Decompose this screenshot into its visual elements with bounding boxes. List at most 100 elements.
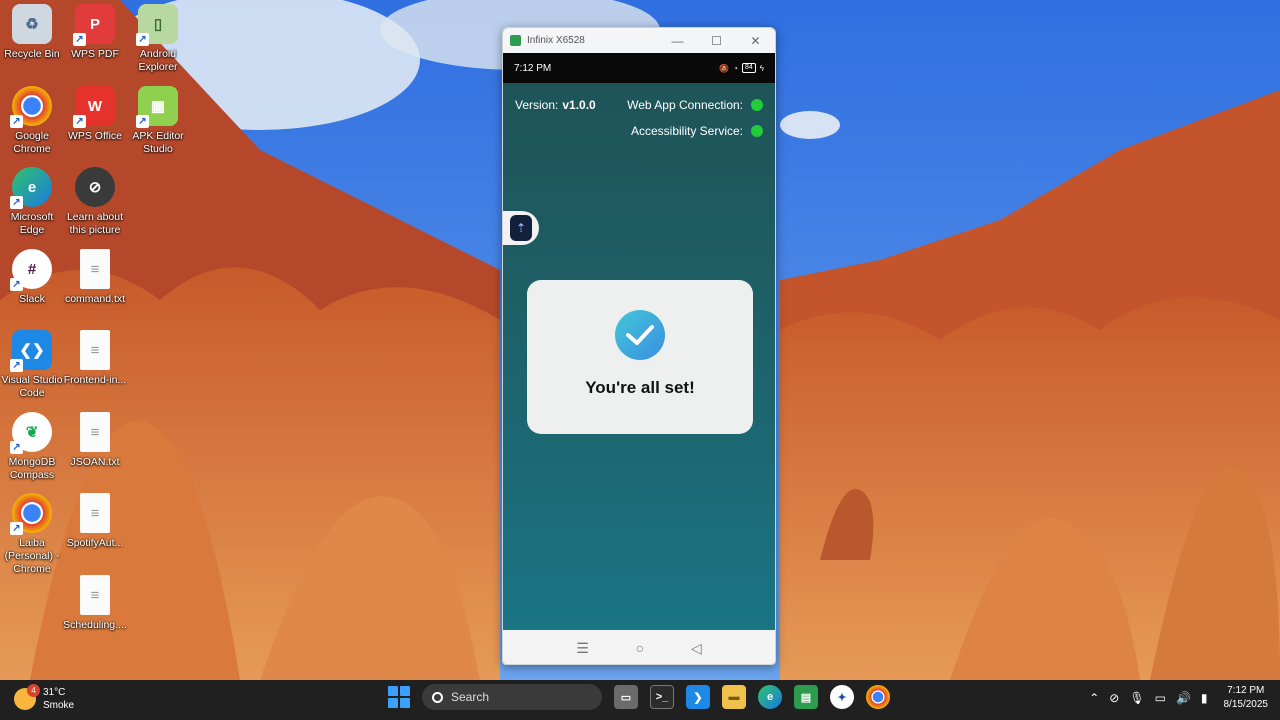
text-file-icon: ≡ [80,249,110,289]
version-value: v1.0.0 [562,98,596,112]
desktop-icon-wps-pdf[interactable]: P ↗ WPS PDF [63,4,127,61]
desktop-icon-area: ♻ Recycle Bin P ↗ WPS PDF ▯ ↗ Android Expl… [0,0,184,680]
desktop-icon-mongodb[interactable]: ❦ ↗ MongoDB Compass [0,412,64,482]
success-card: You're all set! [527,280,753,434]
desktop-icon-learn-picture[interactable]: ⊘ Learn about this picture [63,167,127,237]
close-icon: ✕ [750,33,761,48]
desktop-icon-chrome-profile[interactable]: ↗ Laiba (Personal) - Chrome [0,493,64,576]
window-titlebar[interactable]: Infinix X6528 — ☐ ✕ [503,28,775,53]
edge-icon: e [766,691,774,703]
desktop-icon-label: Slack [19,293,45,305]
folder-icon: ▬ [728,691,740,703]
app-logo-icon: ⇡ [510,215,532,241]
chevron-up-icon[interactable]: ⌃ [1089,691,1099,705]
task-view-icon: ▭ [620,691,632,704]
android-status-bar: 7:12 PM 🔕 ◔ 84 ϟ [503,53,775,83]
web-app-connection-row: Web App Connection: [627,98,763,112]
taskbar-file-explorer[interactable]: ▬ [722,685,746,709]
text-file-icon: ≡ [80,493,110,533]
desktop-icon-android-explorer[interactable]: ▯ ↗ Android Explorer [126,4,190,74]
scrcpy-app-icon [510,35,521,46]
battery-icon[interactable]: ▮ [1201,691,1208,705]
home-button[interactable]: ○ [636,640,644,656]
recents-button[interactable]: ☰ [576,640,589,657]
taskbar-apps: Search ▭ >_ ❯ ▬ e ▤ ✦ [388,684,890,710]
minimize-button[interactable]: — [658,28,697,53]
accessibility-status-dot [751,125,763,137]
taskbar-scrcpy[interactable]: ▤ [794,685,818,709]
desktop-icon-label: Scheduling.... [63,619,127,631]
system-tray: ⌃ ⊘ 🎙 ▭ 🔊 ▮ 7:12 PM 8/15/2025 [1089,684,1268,712]
clock-time: 7:12 PM [1227,685,1265,696]
desktop-icon-scheduling-file[interactable]: ≡ Scheduling.... [63,575,127,632]
task-view-button[interactable]: ▭ [614,685,638,709]
clock-date: 8/15/2025 [1223,699,1269,710]
taskbar-vscode[interactable]: ❯ [686,685,710,709]
desktop-icon-edge[interactable]: e ↗ Microsoft Edge [0,167,64,237]
weather-badge: 4 [27,684,40,697]
weather-icon: 4 [14,684,40,710]
desktop-icon-apk-editor[interactable]: ▦ ↗ APK Editor Studio [126,86,190,156]
battery-icon: 84 [741,63,756,73]
desktop-icon-label: Google Chrome [13,130,51,155]
mute-icon: 🔕 [719,63,730,73]
volume-icon[interactable]: 🔊 [1176,691,1191,705]
desktop-icon-label: Laiba (Personal) - Chrome [4,537,60,575]
desktop-icon-label: APK Editor Studio [132,130,184,155]
desktop-icon-spotify-file[interactable]: ≡ SpotifyAut... [63,493,127,550]
desktop-icon-label: MongoDB Compass [8,456,56,481]
success-message: You're all set! [585,378,695,397]
network-off-icon[interactable]: ⊘ [1109,691,1119,705]
desktop-icon-label: Android Explorer [138,48,178,73]
taskbar-app-store[interactable]: ✦ [830,685,854,709]
apk-editor-icon: ▦ ↗ [136,86,178,128]
version-row: Version: v1.0.0 [515,98,596,112]
connection-status-dot [751,99,763,111]
chrome-profile-icon: ↗ [10,493,52,535]
desktop-icon-wps-office[interactable]: W ↗ WPS Office [63,86,127,143]
weather-temp: 31°C [43,687,66,698]
desktop-icon-frontend-file[interactable]: ≡ Frontend-in... [63,330,127,387]
text-file-icon: ≡ [80,330,110,370]
desktop-icon-label: Visual Studio Code [1,374,63,399]
accessibility-service-row: Accessibility Service: [631,124,763,138]
taskbar-search[interactable]: Search [422,684,602,710]
maximize-button[interactable]: ☐ [697,28,736,53]
microphone-icon[interactable]: 🎙 [1129,691,1144,705]
version-label: Version: [515,98,559,112]
weather-widget[interactable]: 4 31°C Smoke [14,684,74,712]
desktop-icon-command-txt[interactable]: ≡ command.txt [63,249,127,306]
learn-picture-icon: ⊘ [75,167,115,207]
taskbar-clock[interactable]: 7:12 PM 8/15/2025 [1224,684,1269,712]
desktop-icon-chrome[interactable]: ↗ Google Chrome [0,86,64,156]
search-icon [432,691,443,703]
back-button[interactable]: ◁ [691,640,702,657]
charging-icon: ϟ [759,63,764,73]
vscode-icon: ❯ [693,691,703,704]
edge-icon: e ↗ [10,167,52,209]
taskbar-edge[interactable]: e [758,685,782,709]
desktop-icon-slack[interactable]: # ↗ Slack [0,249,64,306]
mongodb-icon: ❦ ↗ [10,412,52,454]
accessibility-service-label: Accessibility Service: [630,124,743,138]
desktop-icon-jsoan-txt[interactable]: ≡ JSOAN.txt [63,412,127,469]
recycle-bin-icon: ♻ [12,4,52,44]
floating-app-handle[interactable]: ⇡ [503,211,539,245]
taskbar: 4 31°C Smoke Search ▭ >_ ❯ ▬ e ▤ ✦ ⌃ ⊘ 🎙… [0,680,1280,720]
desktop-icon-vscode[interactable]: ❮❯ ↗ Visual Studio Code [0,330,64,400]
taskbar-terminal[interactable]: >_ [650,685,674,709]
android-nav-bar: ☰ ○ ◁ [503,630,775,664]
taskbar-chrome[interactable] [866,685,890,709]
chrome-icon: ↗ [10,86,52,128]
desktop-icon-label: SpotifyAut... [66,537,124,549]
desktop-icon-recycle-bin[interactable]: ♻ Recycle Bin [0,4,64,61]
display-icon[interactable]: ▭ [1155,691,1166,705]
desktop-icon-label: Frontend-in... [63,374,127,386]
android-explorer-icon: ▯ ↗ [136,4,178,46]
search-placeholder: Search [451,690,490,704]
wifi-icon: ◔ [733,63,738,73]
wps-pdf-icon: P ↗ [73,4,115,46]
close-button[interactable]: ✕ [736,28,775,53]
checkmark-icon [615,310,665,360]
start-button[interactable] [388,686,410,708]
